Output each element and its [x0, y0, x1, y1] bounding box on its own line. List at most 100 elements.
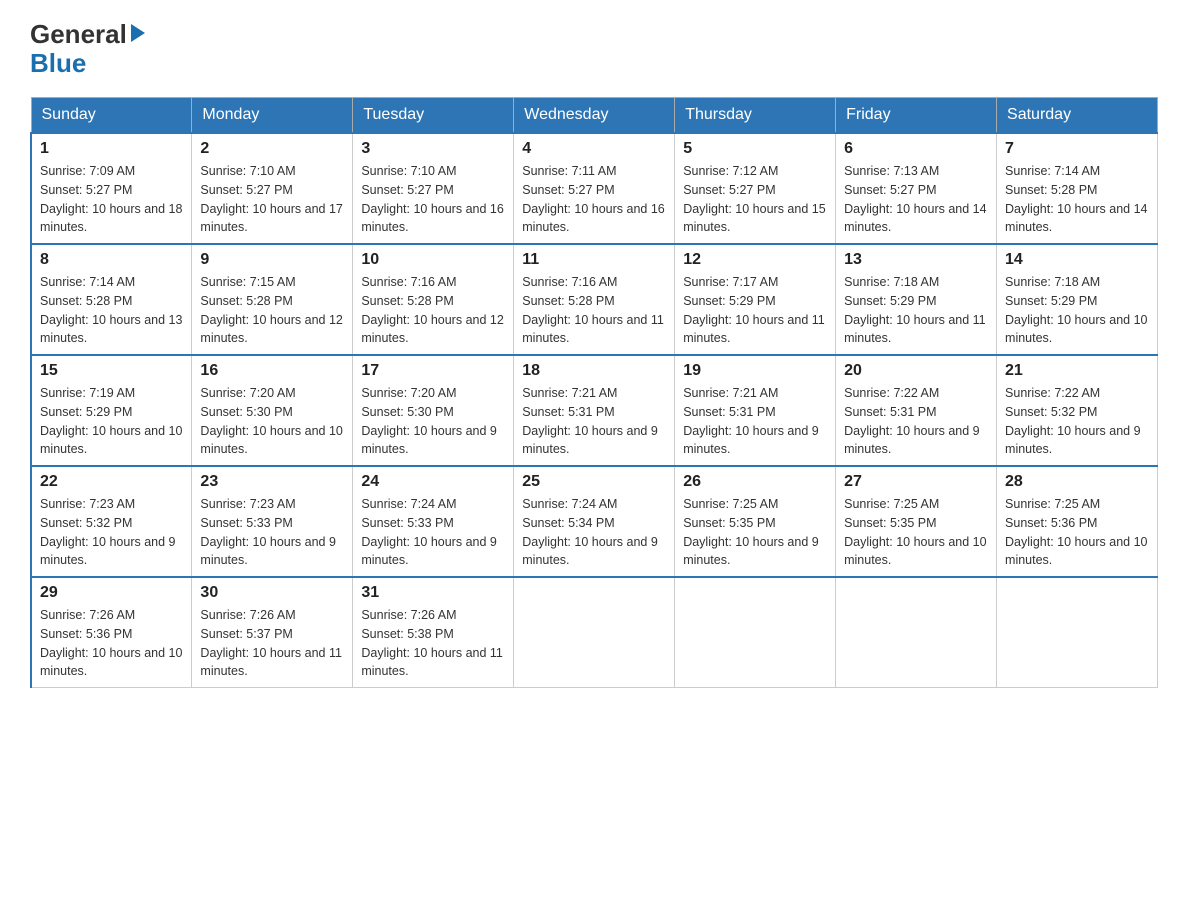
day-number: 30 [200, 584, 344, 602]
day-number: 11 [522, 251, 666, 269]
calendar-cell [836, 577, 997, 688]
day-info: Sunrise: 7:26 AMSunset: 5:36 PMDaylight:… [40, 606, 183, 681]
calendar-cell: 26 Sunrise: 7:25 AMSunset: 5:35 PMDayligh… [675, 466, 836, 577]
calendar-cell: 3 Sunrise: 7:10 AMSunset: 5:27 PMDaylight… [353, 133, 514, 244]
day-info: Sunrise: 7:12 AMSunset: 5:27 PMDaylight:… [683, 162, 827, 237]
day-info: Sunrise: 7:10 AMSunset: 5:27 PMDaylight:… [200, 162, 344, 237]
day-number: 6 [844, 140, 988, 158]
day-number: 27 [844, 473, 988, 491]
header-thursday: Thursday [675, 98, 836, 134]
calendar-cell: 29Sunrise: 7:26 AMSunset: 5:36 PMDayligh… [31, 577, 192, 688]
day-info: Sunrise: 7:11 AMSunset: 5:27 PMDaylight:… [522, 162, 666, 237]
day-info: Sunrise: 7:20 AMSunset: 5:30 PMDaylight:… [200, 384, 344, 459]
day-info: Sunrise: 7:21 AMSunset: 5:31 PMDaylight:… [683, 384, 827, 459]
calendar-cell: 31 Sunrise: 7:26 AMSunset: 5:38 PMDayligh… [353, 577, 514, 688]
day-info: Sunrise: 7:18 AMSunset: 5:29 PMDaylight:… [1005, 273, 1149, 348]
day-info: Sunrise: 7:16 AMSunset: 5:28 PMDaylight:… [361, 273, 505, 348]
calendar-cell: 22 Sunrise: 7:23 AMSunset: 5:32 PMDayligh… [31, 466, 192, 577]
calendar-header-row: SundayMondayTuesdayWednesdayThursdayFrid… [31, 98, 1158, 134]
day-number: 26 [683, 473, 827, 491]
day-number: 2 [200, 140, 344, 158]
calendar-cell: 20 Sunrise: 7:22 AMSunset: 5:31 PMDayligh… [836, 355, 997, 466]
day-number: 3 [361, 140, 505, 158]
day-info: Sunrise: 7:23 AMSunset: 5:32 PMDaylight:… [40, 495, 183, 570]
day-number: 14 [1005, 251, 1149, 269]
day-number: 22 [40, 473, 183, 491]
header: General Blue [30, 20, 1158, 77]
calendar-cell: 30Sunrise: 7:26 AMSunset: 5:37 PMDayligh… [192, 577, 353, 688]
day-info: Sunrise: 7:21 AMSunset: 5:31 PMDaylight:… [522, 384, 666, 459]
calendar-cell: 11Sunrise: 7:16 AMSunset: 5:28 PMDayligh… [514, 244, 675, 355]
day-info: Sunrise: 7:26 AMSunset: 5:38 PMDaylight:… [361, 606, 505, 681]
day-number: 28 [1005, 473, 1149, 491]
week-row-5: 29Sunrise: 7:26 AMSunset: 5:36 PMDayligh… [31, 577, 1158, 688]
calendar-table: SundayMondayTuesdayWednesdayThursdayFrid… [30, 97, 1158, 688]
day-info: Sunrise: 7:22 AMSunset: 5:31 PMDaylight:… [844, 384, 988, 459]
day-info: Sunrise: 7:13 AMSunset: 5:27 PMDaylight:… [844, 162, 988, 237]
header-wednesday: Wednesday [514, 98, 675, 134]
calendar-cell: 25 Sunrise: 7:24 AMSunset: 5:34 PMDayligh… [514, 466, 675, 577]
day-number: 20 [844, 362, 988, 380]
day-info: Sunrise: 7:20 AMSunset: 5:30 PMDaylight:… [361, 384, 505, 459]
calendar-cell: 14 Sunrise: 7:18 AMSunset: 5:29 PMDayligh… [997, 244, 1158, 355]
week-row-2: 8 Sunrise: 7:14 AMSunset: 5:28 PMDaylight… [31, 244, 1158, 355]
day-info: Sunrise: 7:18 AMSunset: 5:29 PMDaylight:… [844, 273, 988, 348]
day-number: 16 [200, 362, 344, 380]
week-row-3: 15 Sunrise: 7:19 AMSunset: 5:29 PMDayligh… [31, 355, 1158, 466]
day-info: Sunrise: 7:15 AMSunset: 5:28 PMDaylight:… [200, 273, 344, 348]
day-number: 9 [200, 251, 344, 269]
header-saturday: Saturday [997, 98, 1158, 134]
day-info: Sunrise: 7:14 AMSunset: 5:28 PMDaylight:… [40, 273, 183, 348]
calendar-cell: 10 Sunrise: 7:16 AMSunset: 5:28 PMDayligh… [353, 244, 514, 355]
calendar-cell: 27 Sunrise: 7:25 AMSunset: 5:35 PMDayligh… [836, 466, 997, 577]
day-info: Sunrise: 7:24 AMSunset: 5:34 PMDaylight:… [522, 495, 666, 570]
calendar-cell [997, 577, 1158, 688]
calendar-cell: 12 Sunrise: 7:17 AMSunset: 5:29 PMDayligh… [675, 244, 836, 355]
day-number: 15 [40, 362, 183, 380]
day-info: Sunrise: 7:19 AMSunset: 5:29 PMDaylight:… [40, 384, 183, 459]
calendar-cell: 19 Sunrise: 7:21 AMSunset: 5:31 PMDayligh… [675, 355, 836, 466]
day-info: Sunrise: 7:24 AMSunset: 5:33 PMDaylight:… [361, 495, 505, 570]
day-number: 31 [361, 584, 505, 602]
calendar-cell: 24Sunrise: 7:24 AMSunset: 5:33 PMDayligh… [353, 466, 514, 577]
logo-general: General [30, 20, 127, 49]
calendar-cell: 17 Sunrise: 7:20 AMSunset: 5:30 PMDayligh… [353, 355, 514, 466]
logo-blue: Blue [30, 48, 86, 78]
calendar-cell: 21 Sunrise: 7:22 AMSunset: 5:32 PMDayligh… [997, 355, 1158, 466]
calendar-cell: 7Sunrise: 7:14 AMSunset: 5:28 PMDaylight… [997, 133, 1158, 244]
day-number: 19 [683, 362, 827, 380]
day-info: Sunrise: 7:25 AMSunset: 5:35 PMDaylight:… [844, 495, 988, 570]
day-number: 4 [522, 140, 666, 158]
day-number: 12 [683, 251, 827, 269]
day-number: 1 [40, 140, 183, 158]
header-friday: Friday [836, 98, 997, 134]
day-number: 23 [200, 473, 344, 491]
day-number: 13 [844, 251, 988, 269]
calendar-cell: 15 Sunrise: 7:19 AMSunset: 5:29 PMDayligh… [31, 355, 192, 466]
day-number: 25 [522, 473, 666, 491]
day-number: 7 [1005, 140, 1149, 158]
calendar-cell: 28Sunrise: 7:25 AMSunset: 5:36 PMDayligh… [997, 466, 1158, 577]
header-monday: Monday [192, 98, 353, 134]
calendar-cell: 1 Sunrise: 7:09 AMSunset: 5:27 PMDaylight… [31, 133, 192, 244]
day-info: Sunrise: 7:10 AMSunset: 5:27 PMDaylight:… [361, 162, 505, 237]
logo: General Blue [30, 20, 145, 77]
day-number: 21 [1005, 362, 1149, 380]
day-number: 17 [361, 362, 505, 380]
calendar-cell: 23Sunrise: 7:23 AMSunset: 5:33 PMDayligh… [192, 466, 353, 577]
header-tuesday: Tuesday [353, 98, 514, 134]
day-number: 8 [40, 251, 183, 269]
calendar-cell: 5Sunrise: 7:12 AMSunset: 5:27 PMDaylight… [675, 133, 836, 244]
week-row-1: 1 Sunrise: 7:09 AMSunset: 5:27 PMDaylight… [31, 133, 1158, 244]
week-row-4: 22 Sunrise: 7:23 AMSunset: 5:32 PMDayligh… [31, 466, 1158, 577]
calendar-cell: 16 Sunrise: 7:20 AMSunset: 5:30 PMDayligh… [192, 355, 353, 466]
day-info: Sunrise: 7:22 AMSunset: 5:32 PMDaylight:… [1005, 384, 1149, 459]
calendar-cell: 18Sunrise: 7:21 AMSunset: 5:31 PMDayligh… [514, 355, 675, 466]
calendar-cell: 8 Sunrise: 7:14 AMSunset: 5:28 PMDaylight… [31, 244, 192, 355]
day-number: 10 [361, 251, 505, 269]
day-info: Sunrise: 7:09 AMSunset: 5:27 PMDaylight:… [40, 162, 183, 237]
header-sunday: Sunday [31, 98, 192, 134]
day-info: Sunrise: 7:17 AMSunset: 5:29 PMDaylight:… [683, 273, 827, 348]
calendar-cell [675, 577, 836, 688]
day-info: Sunrise: 7:25 AMSunset: 5:35 PMDaylight:… [683, 495, 827, 570]
